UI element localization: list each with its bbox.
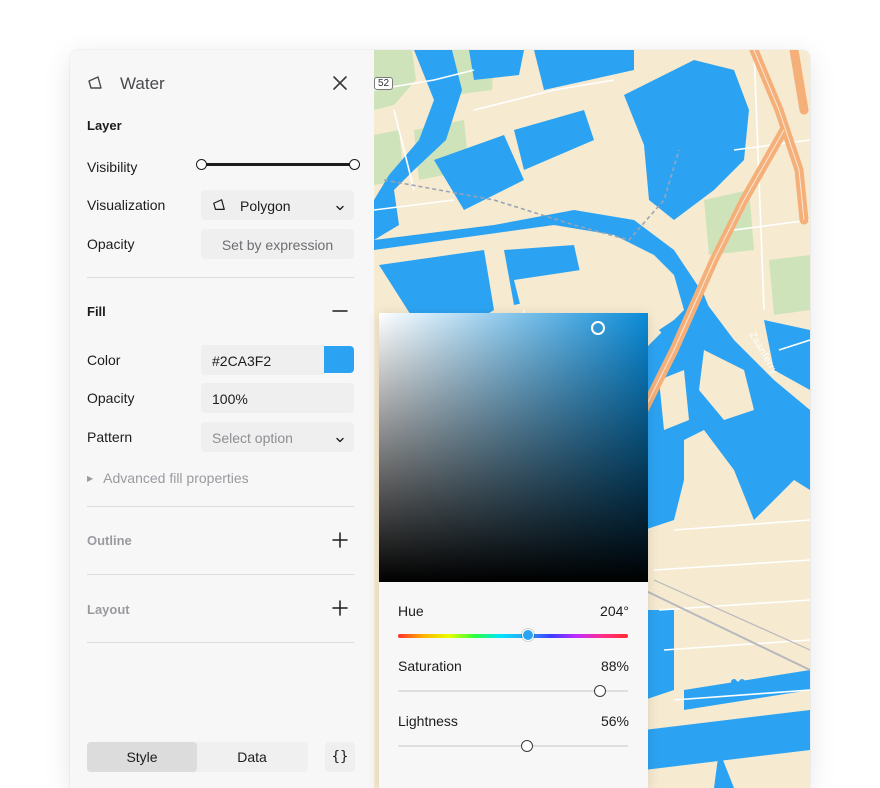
saturation-label: Saturation bbox=[398, 658, 462, 674]
polygon-icon bbox=[87, 75, 103, 96]
section-divider bbox=[87, 506, 354, 507]
collapse-fill-icon[interactable] bbox=[331, 302, 349, 320]
color-picker-popover: Hue 204° Saturation 88% Lightness 56% bbox=[379, 313, 648, 788]
close-icon[interactable] bbox=[330, 73, 350, 93]
fill-section-heading: Fill bbox=[87, 304, 106, 319]
layout-section-heading: Layout bbox=[87, 602, 130, 617]
chevron-down-icon bbox=[335, 432, 345, 448]
polygon-icon bbox=[212, 198, 226, 215]
panel-header: Water bbox=[70, 50, 374, 116]
style-data-tabs: Style Data bbox=[87, 742, 308, 772]
visibility-label: Visibility bbox=[87, 159, 138, 175]
caret-right-icon: ▶ bbox=[87, 474, 94, 483]
hue-slider[interactable] bbox=[398, 634, 628, 638]
visualization-select[interactable]: Polygon bbox=[201, 190, 354, 220]
visualization-value: Polygon bbox=[240, 198, 291, 214]
lightness-slider[interactable] bbox=[398, 745, 628, 747]
outline-section-heading: Outline bbox=[87, 533, 132, 548]
road-number-badge: 52 bbox=[374, 77, 394, 90]
hue-label: Hue bbox=[398, 603, 424, 619]
visibility-max-handle[interactable] bbox=[349, 159, 360, 170]
layer-opacity-value: Set by expression bbox=[221, 237, 334, 253]
pattern-label: Pattern bbox=[87, 429, 133, 445]
layer-opacity-label: Opacity bbox=[87, 236, 135, 252]
style-sidebar: Water Layer Visibility Visualization Pol… bbox=[70, 50, 374, 788]
tab-style[interactable]: Style bbox=[87, 742, 197, 772]
lightness-label: Lightness bbox=[398, 713, 458, 729]
advanced-fill-label: Advanced fill properties bbox=[103, 470, 249, 486]
lightness-value: 56% bbox=[600, 713, 629, 729]
hue-value: 204° bbox=[600, 603, 629, 619]
tab-data[interactable]: Data bbox=[197, 742, 307, 772]
chevron-down-icon bbox=[335, 200, 345, 216]
visualization-label: Visualization bbox=[87, 197, 166, 213]
fill-opacity-label: Opacity bbox=[87, 390, 135, 406]
section-divider bbox=[87, 642, 354, 643]
fill-opacity-value: 100% bbox=[212, 391, 248, 407]
visibility-slider[interactable] bbox=[201, 163, 354, 166]
saturation-lightness-area[interactable] bbox=[379, 313, 648, 582]
saturation-slider-handle[interactable] bbox=[594, 685, 607, 697]
expression-editor-button[interactable]: {} bbox=[325, 742, 355, 772]
fill-color-label: Color bbox=[87, 352, 121, 368]
layer-section-heading: Layer bbox=[87, 118, 122, 133]
pattern-placeholder: Select option bbox=[212, 430, 293, 446]
advanced-fill-toggle[interactable]: ▶ Advanced fill properties bbox=[87, 470, 249, 486]
color-area-handle[interactable] bbox=[591, 321, 605, 335]
lightness-slider-handle[interactable] bbox=[520, 740, 533, 752]
hue-slider-handle[interactable] bbox=[522, 629, 535, 641]
layer-opacity-expression-field[interactable]: Set by expression bbox=[201, 229, 354, 259]
layer-style-card: Water Layer Visibility Visualization Pol… bbox=[70, 50, 810, 788]
add-outline-icon[interactable] bbox=[331, 531, 349, 549]
fill-color-hex-value: #2CA3F2 bbox=[212, 353, 272, 369]
add-layout-icon[interactable] bbox=[331, 599, 349, 617]
section-divider bbox=[87, 277, 354, 278]
fill-color-swatch[interactable] bbox=[324, 346, 354, 373]
visibility-min-handle[interactable] bbox=[196, 159, 207, 170]
fill-opacity-input[interactable]: 100% bbox=[201, 383, 354, 413]
fill-color-hex-input[interactable]: #2CA3F2 bbox=[201, 345, 324, 375]
saturation-value: 88% bbox=[600, 658, 629, 674]
section-divider bbox=[87, 574, 354, 575]
pattern-select[interactable]: Select option bbox=[201, 422, 354, 452]
panel-title: Water bbox=[120, 74, 165, 93]
